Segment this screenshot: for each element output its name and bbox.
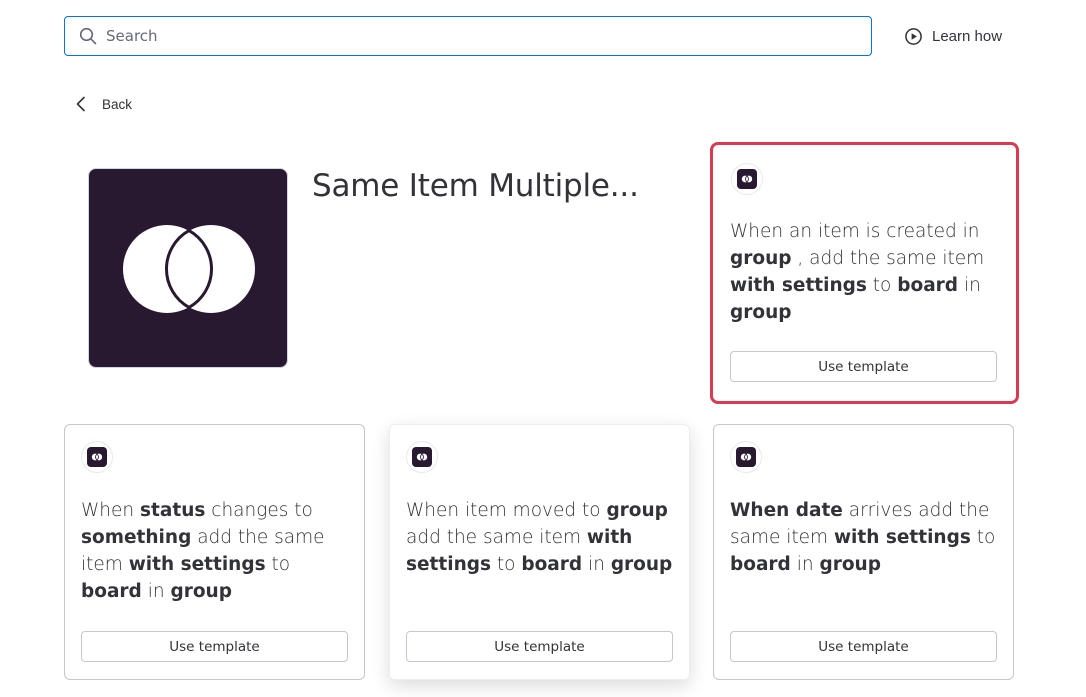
template-variable: board bbox=[897, 275, 959, 296]
template-variable: with settings bbox=[128, 554, 266, 575]
template-text: When bbox=[81, 500, 141, 521]
template-text: to bbox=[265, 554, 291, 575]
template-description: When item moved to group add the same it… bbox=[406, 497, 678, 578]
template-variable: group bbox=[170, 581, 232, 602]
back-button[interactable]: Back bbox=[74, 92, 132, 116]
template-text: to bbox=[970, 527, 996, 548]
interlocking-circles-icon bbox=[740, 453, 752, 461]
learn-how-label: Learn how bbox=[932, 27, 1003, 45]
interlocking-circles-icon bbox=[416, 453, 428, 461]
interlocking-circles-icon bbox=[741, 175, 753, 183]
template-text: to bbox=[866, 275, 898, 296]
search-input[interactable] bbox=[106, 27, 806, 45]
play-circle-icon bbox=[905, 27, 922, 45]
back-label: Back bbox=[102, 96, 133, 112]
template-text: When item moved to bbox=[406, 500, 607, 521]
template-text: changes to bbox=[205, 500, 313, 521]
use-template-button[interactable]: Use template bbox=[81, 631, 348, 662]
template-card[interactable]: When date arrives add the same item with… bbox=[713, 424, 1014, 680]
template-variable: status bbox=[140, 500, 206, 521]
template-variable: with settings bbox=[833, 527, 971, 548]
recipe-hero-image bbox=[88, 168, 288, 368]
template-variable: group bbox=[730, 248, 792, 269]
template-text: add the same item bbox=[406, 527, 587, 548]
template-variable: When date bbox=[730, 500, 843, 521]
template-text: in bbox=[582, 554, 611, 575]
use-template-button[interactable]: Use template bbox=[730, 351, 997, 382]
template-card[interactable]: When status changes to something add the… bbox=[64, 424, 365, 680]
template-variable: board bbox=[81, 581, 142, 602]
search-icon bbox=[79, 27, 97, 45]
interlocking-circles-icon bbox=[123, 225, 255, 313]
template-card[interactable]: When item moved to group add the same it… bbox=[389, 424, 690, 680]
template-variable: board bbox=[521, 554, 583, 575]
use-template-button[interactable]: Use template bbox=[406, 631, 673, 662]
template-variable: group bbox=[606, 500, 668, 521]
interlocking-circles-icon bbox=[91, 453, 103, 461]
template-description: When an item is created in group , add t… bbox=[730, 218, 1002, 326]
learn-how-button[interactable]: Learn how bbox=[904, 24, 1002, 48]
template-text: to bbox=[491, 554, 522, 575]
template-badge bbox=[731, 163, 763, 195]
template-badge bbox=[81, 441, 113, 473]
template-text: When an item is created in bbox=[730, 221, 980, 242]
template-description: When status changes to something add the… bbox=[81, 497, 353, 605]
chevron-left-icon bbox=[76, 96, 85, 112]
template-badge bbox=[730, 441, 762, 473]
use-template-button[interactable]: Use template bbox=[730, 631, 997, 662]
template-variable: something bbox=[81, 527, 192, 548]
template-text: , add the same item bbox=[791, 248, 985, 269]
template-card[interactable]: When an item is created in group , add t… bbox=[710, 142, 1019, 404]
template-variable: group bbox=[610, 554, 673, 575]
template-text: in bbox=[958, 275, 981, 296]
template-variable: board bbox=[730, 554, 791, 575]
template-variable: with settings bbox=[730, 275, 867, 296]
template-text: in bbox=[141, 581, 171, 602]
template-description: When date arrives add the same item with… bbox=[730, 497, 1002, 578]
page-title: Same Item Multiple... bbox=[312, 168, 639, 204]
search-bar[interactable] bbox=[64, 16, 872, 56]
template-badge bbox=[406, 441, 438, 473]
template-variable: group bbox=[819, 554, 881, 575]
template-variable: group bbox=[730, 302, 792, 323]
template-text: in bbox=[790, 554, 820, 575]
